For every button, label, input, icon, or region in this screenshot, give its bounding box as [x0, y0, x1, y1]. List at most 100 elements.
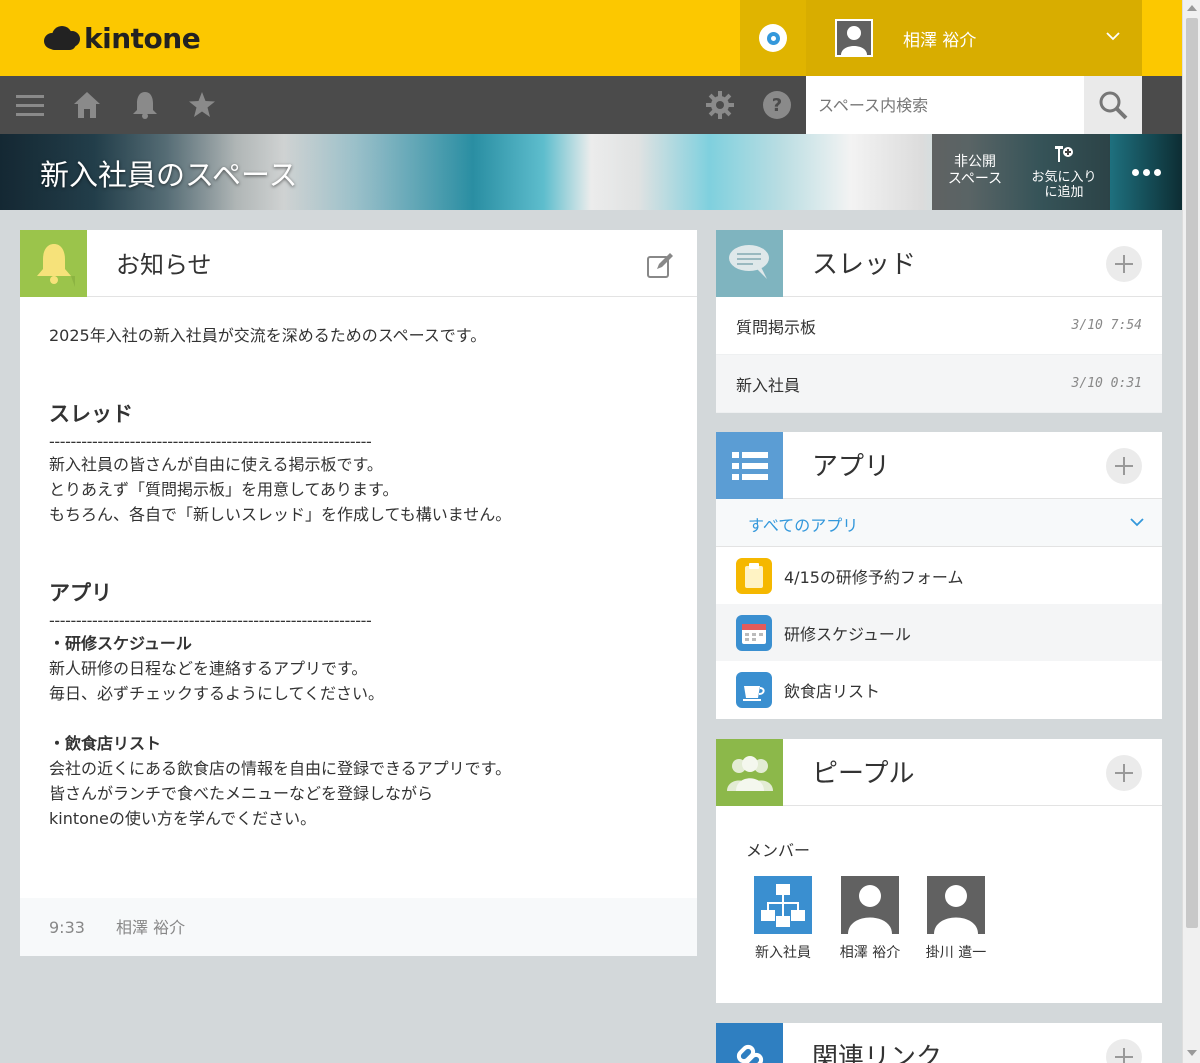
thread-name: 新入社員: [736, 375, 801, 395]
members-label: メンバー: [746, 841, 811, 860]
search-input[interactable]: [806, 77, 1076, 133]
apps-header: アプリ: [716, 432, 1162, 499]
private-space-indicator: 非公開 スペース: [932, 134, 1018, 210]
plus-icon: [1115, 255, 1133, 273]
organization-icon: [754, 876, 812, 934]
add-link-button[interactable]: [1106, 1039, 1142, 1063]
people-icon: [716, 739, 783, 806]
app-title-schedule: ・研修スケジュール: [49, 634, 192, 653]
add-thread-button[interactable]: [1106, 246, 1142, 282]
gear-icon[interactable]: [705, 90, 735, 120]
favorite-label-line1: お気に入り: [1031, 170, 1097, 185]
kintone-logo[interactable]: kintone: [42, 18, 201, 58]
app-title-restaurants: ・飲食店リスト: [49, 734, 162, 753]
app-name: 4/15の研修予約フォーム: [784, 567, 964, 587]
apps-panel: アプリ すべてのアプリ 4/15の研修予約フォーム 研修スケジュール 飲食店リス…: [716, 432, 1162, 719]
plus-icon: [1115, 457, 1133, 475]
app-item[interactable]: 研修スケジュール: [716, 604, 1162, 661]
member-name: 掛川 遣一: [925, 945, 987, 961]
app-item[interactable]: 4/15の研修予約フォーム: [716, 547, 1162, 604]
thread-item[interactable]: 質問掲示板 3/10 7:54: [716, 297, 1162, 355]
people-panel: ピープル メンバー 新入社員 相澤 裕介 掛川 遣一: [716, 739, 1162, 1003]
notice-footer: 9:33 相澤 裕介: [20, 898, 697, 956]
user-name: 相澤 裕介: [903, 30, 977, 51]
list-icon: [716, 432, 783, 499]
notice-bell-icon: [20, 230, 87, 297]
star-icon[interactable]: [187, 90, 217, 120]
search-icon: [1099, 91, 1128, 120]
related-links-panel: 関連リンク: [716, 1023, 1162, 1063]
notice-line: 新人研修の日程などを連絡するアプリです。: [49, 659, 368, 678]
hamburger-menu-icon[interactable]: [15, 90, 45, 120]
user-avatar: [835, 19, 873, 57]
clipboard-icon: [736, 557, 772, 594]
pin-add-icon: [1055, 146, 1073, 162]
plus-icon: [1115, 764, 1133, 782]
notification-icon: [759, 24, 787, 52]
favorite-label-line2: に追加: [1044, 185, 1084, 200]
dot-icon: [1142, 168, 1150, 176]
more-options-button[interactable]: [1110, 134, 1182, 210]
notice-panel: お知らせ 2025年入社の新入社員が交流を深めるためのスペースです。 スレッド …: [20, 230, 697, 956]
bell-icon[interactable]: [130, 90, 160, 120]
svg-text:?: ?: [772, 95, 782, 116]
notice-line: 毎日、必ずチェックするようにしてください。: [49, 684, 385, 703]
apps-title: アプリ: [812, 452, 891, 482]
notice-line: 会社の近くにある飲食店の情報を自由に登録できるアプリです。: [49, 759, 512, 778]
dot-icon: [1131, 168, 1139, 176]
global-navigation: ?: [0, 76, 1182, 134]
user-avatar-icon: [841, 876, 899, 934]
notification-button[interactable]: [740, 0, 806, 76]
plus-icon: [1115, 1048, 1133, 1063]
notice-intro: 2025年入社の新入社員が交流を深めるためのスペースです。: [49, 326, 487, 345]
section-heading-threads: スレッド: [49, 402, 133, 426]
member-item[interactable]: 掛川 遣一: [916, 876, 996, 962]
scroll-up-icon[interactable]: [1187, 5, 1197, 11]
thread-time: 3/10 0:31: [1071, 376, 1142, 391]
help-icon[interactable]: ?: [762, 90, 792, 120]
logo-text: kintone: [84, 21, 201, 55]
add-favorite-button[interactable]: お気に入り に追加: [1018, 134, 1110, 210]
link-icon: [716, 1023, 783, 1063]
private-label-line2: スペース: [947, 171, 1003, 187]
user-menu[interactable]: 相澤 裕介: [806, 0, 1142, 76]
search-button[interactable]: [1084, 76, 1142, 134]
member-item[interactable]: 新入社員: [743, 876, 823, 962]
threads-panel: スレッド 質問掲示板 3/10 7:54 新入社員 3/10 0:31: [716, 230, 1162, 413]
divider: ----------------------------------------…: [49, 432, 372, 451]
people-title: ピープル: [812, 759, 915, 789]
member-item[interactable]: 相澤 裕介: [830, 876, 910, 962]
thread-item[interactable]: 新入社員 3/10 0:31: [716, 355, 1162, 413]
people-header: ピープル: [716, 739, 1162, 806]
private-label-line1: 非公開: [954, 154, 996, 170]
app-item[interactable]: 飲食店リスト: [716, 661, 1162, 718]
thread-time: 3/10 7:54: [1071, 318, 1142, 333]
notice-line: とりあえず「質問掲示板」を用意してあります。: [49, 480, 399, 499]
notice-author[interactable]: 相澤 裕介: [116, 918, 185, 937]
edit-icon[interactable]: [645, 250, 675, 280]
links-title: 関連リンク: [812, 1043, 943, 1063]
notice-updated-time: 9:33: [49, 918, 85, 937]
notice-line: 新入社員の皆さんが自由に使える掲示板です。: [49, 455, 383, 474]
user-avatar-icon: [927, 876, 985, 934]
threads-header: スレッド: [716, 230, 1162, 297]
notice-line: kintoneの使い方を学んでください。: [49, 809, 317, 828]
add-member-button[interactable]: [1106, 755, 1142, 791]
notice-line: もちろん、各自で「新しいスレッド」を作成しても構いません。: [49, 505, 512, 524]
space-header: 新入社員のスペース 非公開 スペース お気に入り に追加: [0, 134, 1182, 210]
top-header: kintone 相澤 裕介: [0, 0, 1182, 76]
app-name: 研修スケジュール: [784, 624, 911, 644]
app-filter-label: すべてのアプリ: [748, 516, 859, 535]
space-title: 新入社員のスペース: [40, 158, 298, 192]
scrollbar-thumb[interactable]: [1186, 18, 1198, 928]
vertical-scrollbar[interactable]: [1182, 0, 1200, 1063]
member-name: 新入社員: [755, 945, 811, 961]
app-name: 飲食店リスト: [784, 681, 881, 701]
add-app-button[interactable]: [1106, 448, 1142, 484]
dot-icon: [1153, 168, 1161, 176]
divider: ----------------------------------------…: [49, 611, 372, 630]
notice-body: 2025年入社の新入社員が交流を深めるためのスペースです。 スレッド -----…: [20, 297, 697, 831]
scroll-down-icon[interactable]: [1187, 1050, 1197, 1056]
home-icon[interactable]: [72, 90, 102, 120]
app-filter-dropdown[interactable]: すべてのアプリ: [716, 499, 1162, 547]
